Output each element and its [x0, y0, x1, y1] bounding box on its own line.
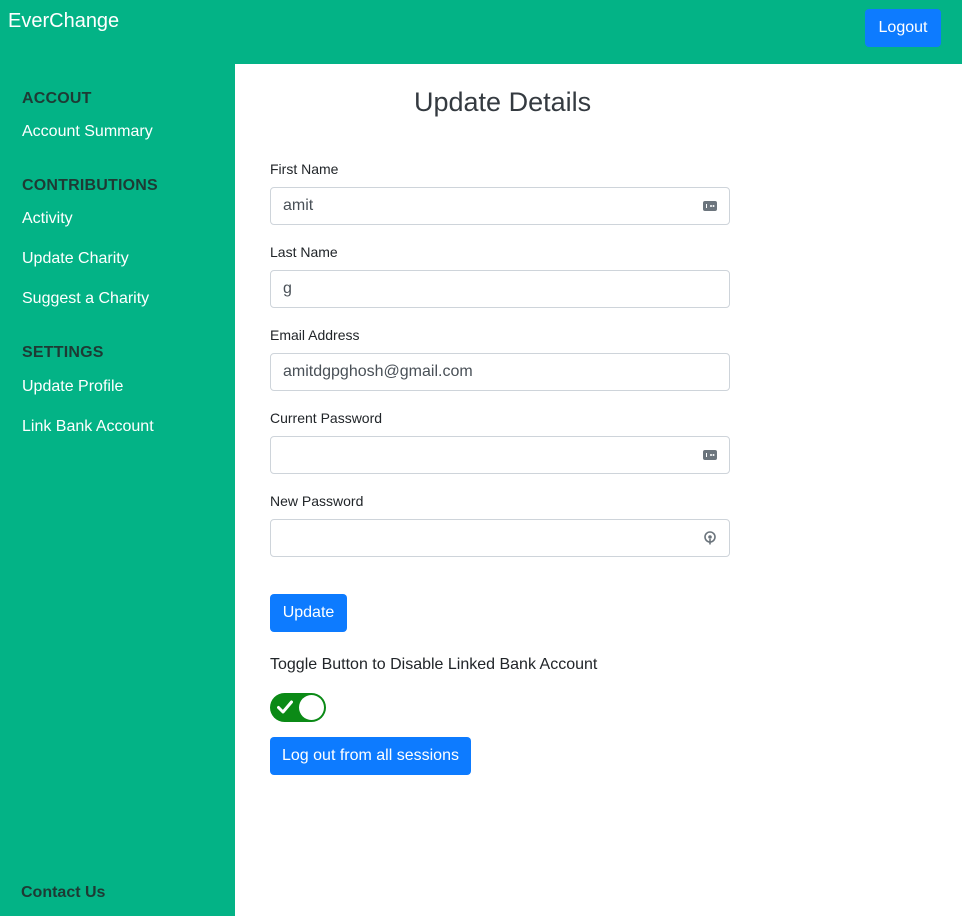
password-manager-icon[interactable] [703, 199, 717, 213]
brand-logo[interactable]: EverChange [8, 10, 119, 33]
checkmark-icon [277, 700, 293, 714]
logout-all-sessions-button[interactable]: Log out from all sessions [270, 737, 471, 775]
sidebar-heading-account: ACCOUT [22, 90, 92, 107]
first-name-input[interactable] [271, 188, 729, 224]
password-manager-icon[interactable] [703, 448, 717, 462]
first-name-field[interactable] [270, 187, 730, 225]
contact-us-link[interactable]: Contact Us [21, 884, 105, 902]
new-password-label: New Password [270, 493, 364, 509]
update-button[interactable]: Update [270, 594, 347, 632]
sidebar-item-activity[interactable]: Activity [22, 210, 73, 228]
last-name-input[interactable] [271, 271, 729, 307]
toggle-knob [299, 695, 324, 720]
first-name-label: First Name [270, 161, 339, 177]
disable-bank-account-toggle[interactable] [270, 693, 326, 722]
top-navbar: EverChange Logout [0, 0, 962, 64]
sidebar-item-suggest-charity[interactable]: Suggest a Charity [22, 290, 149, 308]
key-generate-icon[interactable] [703, 531, 717, 545]
sidebar-heading-settings: SETTINGS [22, 344, 104, 361]
current-password-label: Current Password [270, 410, 383, 426]
email-field[interactable] [270, 353, 730, 391]
sidebar: ACCOUT Account Summary CONTRIBUTIONS Act… [0, 64, 235, 916]
logout-button[interactable]: Logout [865, 9, 941, 47]
sidebar-item-account-summary[interactable]: Account Summary [22, 123, 153, 141]
toggle-label: Toggle Button to Disable Linked Bank Acc… [270, 656, 598, 673]
email-input[interactable] [271, 354, 729, 390]
new-password-input[interactable] [271, 520, 729, 556]
sidebar-item-update-charity[interactable]: Update Charity [22, 250, 129, 268]
sidebar-item-link-bank-account[interactable]: Link Bank Account [22, 418, 154, 436]
last-name-label: Last Name [270, 244, 338, 260]
sidebar-heading-contributions: CONTRIBUTIONS [22, 177, 158, 194]
new-password-field[interactable] [270, 519, 730, 557]
current-password-field[interactable] [270, 436, 730, 474]
email-label: Email Address [270, 327, 360, 343]
page-title: Update Details [414, 87, 592, 117]
last-name-field[interactable] [270, 270, 730, 308]
sidebar-item-update-profile[interactable]: Update Profile [22, 378, 123, 396]
current-password-input[interactable] [271, 437, 729, 473]
